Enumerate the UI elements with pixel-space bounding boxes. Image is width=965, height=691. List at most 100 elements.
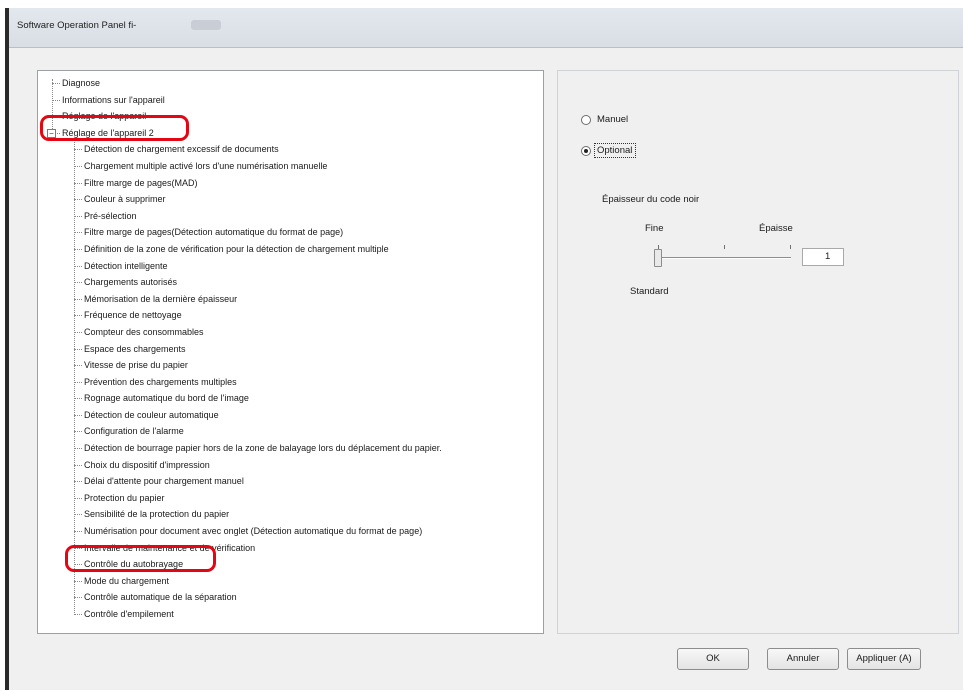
highlight-tree-node bbox=[40, 115, 189, 141]
tree-item[interactable]: Définition de la zone de vérification po… bbox=[38, 241, 543, 258]
ok-button[interactable]: OK bbox=[677, 648, 749, 670]
tree-item[interactable]: Sensibilité de la protection du papier bbox=[38, 506, 543, 523]
tree-item-label: Sensibilité de la protection du papier bbox=[84, 509, 230, 520]
tree-connector bbox=[74, 514, 82, 516]
tree-item-label: Compteur des consommables bbox=[84, 326, 204, 337]
highlight-tree-item bbox=[65, 545, 216, 572]
tree-node[interactable]: Informations sur l'appareil bbox=[38, 92, 543, 109]
tree-item-label: Prévention des chargements multiples bbox=[84, 376, 237, 387]
tree-item-label: Rognage automatique du bord de l'image bbox=[84, 393, 249, 404]
tree-item[interactable]: Pré-sélection bbox=[38, 208, 543, 225]
window-title: Software Operation Panel fi- bbox=[17, 20, 137, 31]
tree-item-label: Mode du chargement bbox=[84, 575, 170, 586]
tree-item[interactable]: Mémorisation de la dernière épaisseur bbox=[38, 291, 543, 308]
tree-item-label: Choix du dispositif d'impression bbox=[84, 459, 210, 470]
dialog-window: Software Operation Panel fi- Diagnose Inf… bbox=[5, 8, 963, 690]
tree-item-label: Détection de chargement excessif de docu… bbox=[84, 144, 279, 155]
tree-item-label: Contrôle d'empilement bbox=[84, 609, 174, 619]
thickness-group-label: Épaisseur du code noir bbox=[602, 194, 700, 205]
tree-item-label: Pré-sélection bbox=[84, 210, 137, 221]
tree-item[interactable]: Choix du dispositif d'impression bbox=[38, 457, 543, 474]
tree-connector bbox=[74, 531, 82, 533]
tree-connector bbox=[74, 580, 82, 582]
tree-item[interactable]: Filtre marge de pages(Détection automati… bbox=[38, 224, 543, 241]
slider-min-label: Fine bbox=[645, 223, 664, 234]
tree-connector bbox=[74, 149, 82, 151]
tree-connector bbox=[74, 365, 82, 367]
tree-item[interactable]: Numérisation pour document avec onglet (… bbox=[38, 523, 543, 540]
tree-item[interactable]: Rognage automatique du bord de l'image bbox=[38, 390, 543, 407]
tree-item[interactable]: Détection de chargement excessif de docu… bbox=[38, 141, 543, 158]
thickness-slider-track[interactable] bbox=[658, 257, 791, 259]
tree-item-label: Diagnose bbox=[62, 78, 101, 88]
tree-item[interactable]: Prévention des chargements multiples bbox=[38, 374, 543, 391]
tree-item-label: Vitesse de prise du papier bbox=[84, 360, 188, 371]
tree-item-label: Détection de bourrage papier hors de la … bbox=[84, 443, 442, 454]
tree-connector bbox=[74, 199, 82, 201]
tree-connector bbox=[74, 414, 82, 416]
tree-item-label: Mémorisation de la dernière épaisseur bbox=[84, 293, 238, 304]
tree-item[interactable]: Protection du papier bbox=[38, 490, 543, 507]
thickness-slider-thumb[interactable] bbox=[654, 249, 662, 267]
tree-item-label: Filtre marge de pages(Détection automati… bbox=[84, 227, 344, 238]
thickness-value-field[interactable]: 1 bbox=[802, 248, 844, 266]
tree-connector bbox=[74, 497, 82, 499]
tree-connector bbox=[74, 248, 82, 250]
tree-item[interactable]: Détection intelligente bbox=[38, 258, 543, 275]
standard-label: Standard bbox=[630, 286, 669, 297]
tree-item[interactable]: Vitesse de prise du papier bbox=[38, 357, 543, 374]
tree-item-label: Filtre marge de pages(MAD) bbox=[84, 177, 198, 188]
tree-connector bbox=[74, 381, 82, 383]
tree-item-label: Détection intelligente bbox=[84, 260, 168, 271]
tree-connector bbox=[74, 165, 82, 167]
optional-label[interactable]: Optional bbox=[597, 145, 632, 156]
tree-item-label: Espace des chargements bbox=[84, 343, 186, 354]
slider-tick bbox=[790, 245, 791, 249]
tree-connector bbox=[74, 265, 82, 267]
tree-item[interactable]: Mode du chargement bbox=[38, 573, 543, 590]
tree-connector bbox=[74, 614, 82, 615]
tree-item-label: Chargement multiple activé lors d'une nu… bbox=[84, 160, 328, 171]
tree-connector bbox=[52, 83, 60, 84]
tree-item-label: Détection de couleur automatique bbox=[84, 409, 219, 420]
tree-connector bbox=[74, 315, 82, 317]
tree-node[interactable]: Diagnose bbox=[38, 75, 543, 92]
tree-item[interactable]: Contrôle automatique de la séparation bbox=[38, 589, 543, 606]
tree-items: Diagnose Informations sur l'appareil Régla… bbox=[38, 71, 543, 623]
apply-button[interactable]: Appliquer (A) bbox=[847, 648, 921, 670]
settings-panel: Manuel Optional Épaisseur du code noir F… bbox=[557, 70, 959, 634]
tree-item-label: Contrôle automatique de la séparation bbox=[84, 592, 237, 603]
tree-item[interactable]: Détection de bourrage papier hors de la … bbox=[38, 440, 543, 457]
tree-item-label: Couleur à supprimer bbox=[84, 194, 166, 205]
tree-connector bbox=[74, 282, 82, 284]
tree-item[interactable]: Espace des chargements bbox=[38, 341, 543, 358]
tree-item[interactable]: Configuration de l'alarme bbox=[38, 423, 543, 440]
tree-item[interactable]: Filtre marge de pages(MAD) bbox=[38, 175, 543, 192]
cancel-button[interactable]: Annuler bbox=[767, 648, 839, 670]
optional-radio[interactable] bbox=[581, 146, 591, 156]
tree-connector bbox=[74, 215, 82, 217]
tree-item[interactable]: Chargement multiple activé lors d'une nu… bbox=[38, 158, 543, 175]
tree-connector bbox=[74, 298, 82, 300]
tree-item-label: Configuration de l'alarme bbox=[84, 426, 184, 437]
tree-item[interactable]: Couleur à supprimer bbox=[38, 191, 543, 208]
tree-item[interactable]: Chargements autorisés bbox=[38, 274, 543, 291]
tree-connector bbox=[74, 597, 82, 599]
tree-connector bbox=[74, 348, 82, 350]
tree-connector bbox=[74, 464, 82, 466]
tree-item-label: Numérisation pour document avec onglet (… bbox=[84, 526, 423, 537]
tree-item[interactable]: Fréquence de nettoyage bbox=[38, 307, 543, 324]
tree-connector bbox=[74, 481, 82, 483]
slider-tick bbox=[724, 245, 725, 249]
tree-connector bbox=[74, 398, 82, 400]
tree-item-label: Protection du papier bbox=[84, 492, 165, 503]
manual-label[interactable]: Manuel bbox=[597, 114, 628, 125]
tree-item[interactable]: Détection de couleur automatique bbox=[38, 407, 543, 424]
tree-connector bbox=[74, 431, 82, 433]
title-bar: Software Operation Panel fi- bbox=[9, 8, 963, 48]
tree-item-label: Délai d'attente pour chargement manuel bbox=[84, 476, 244, 487]
tree-item[interactable]: Contrôle d'empilement bbox=[38, 606, 543, 623]
tree-item[interactable]: Délai d'attente pour chargement manuel bbox=[38, 473, 543, 490]
manual-radio[interactable] bbox=[581, 115, 591, 125]
tree-item[interactable]: Compteur des consommables bbox=[38, 324, 543, 341]
